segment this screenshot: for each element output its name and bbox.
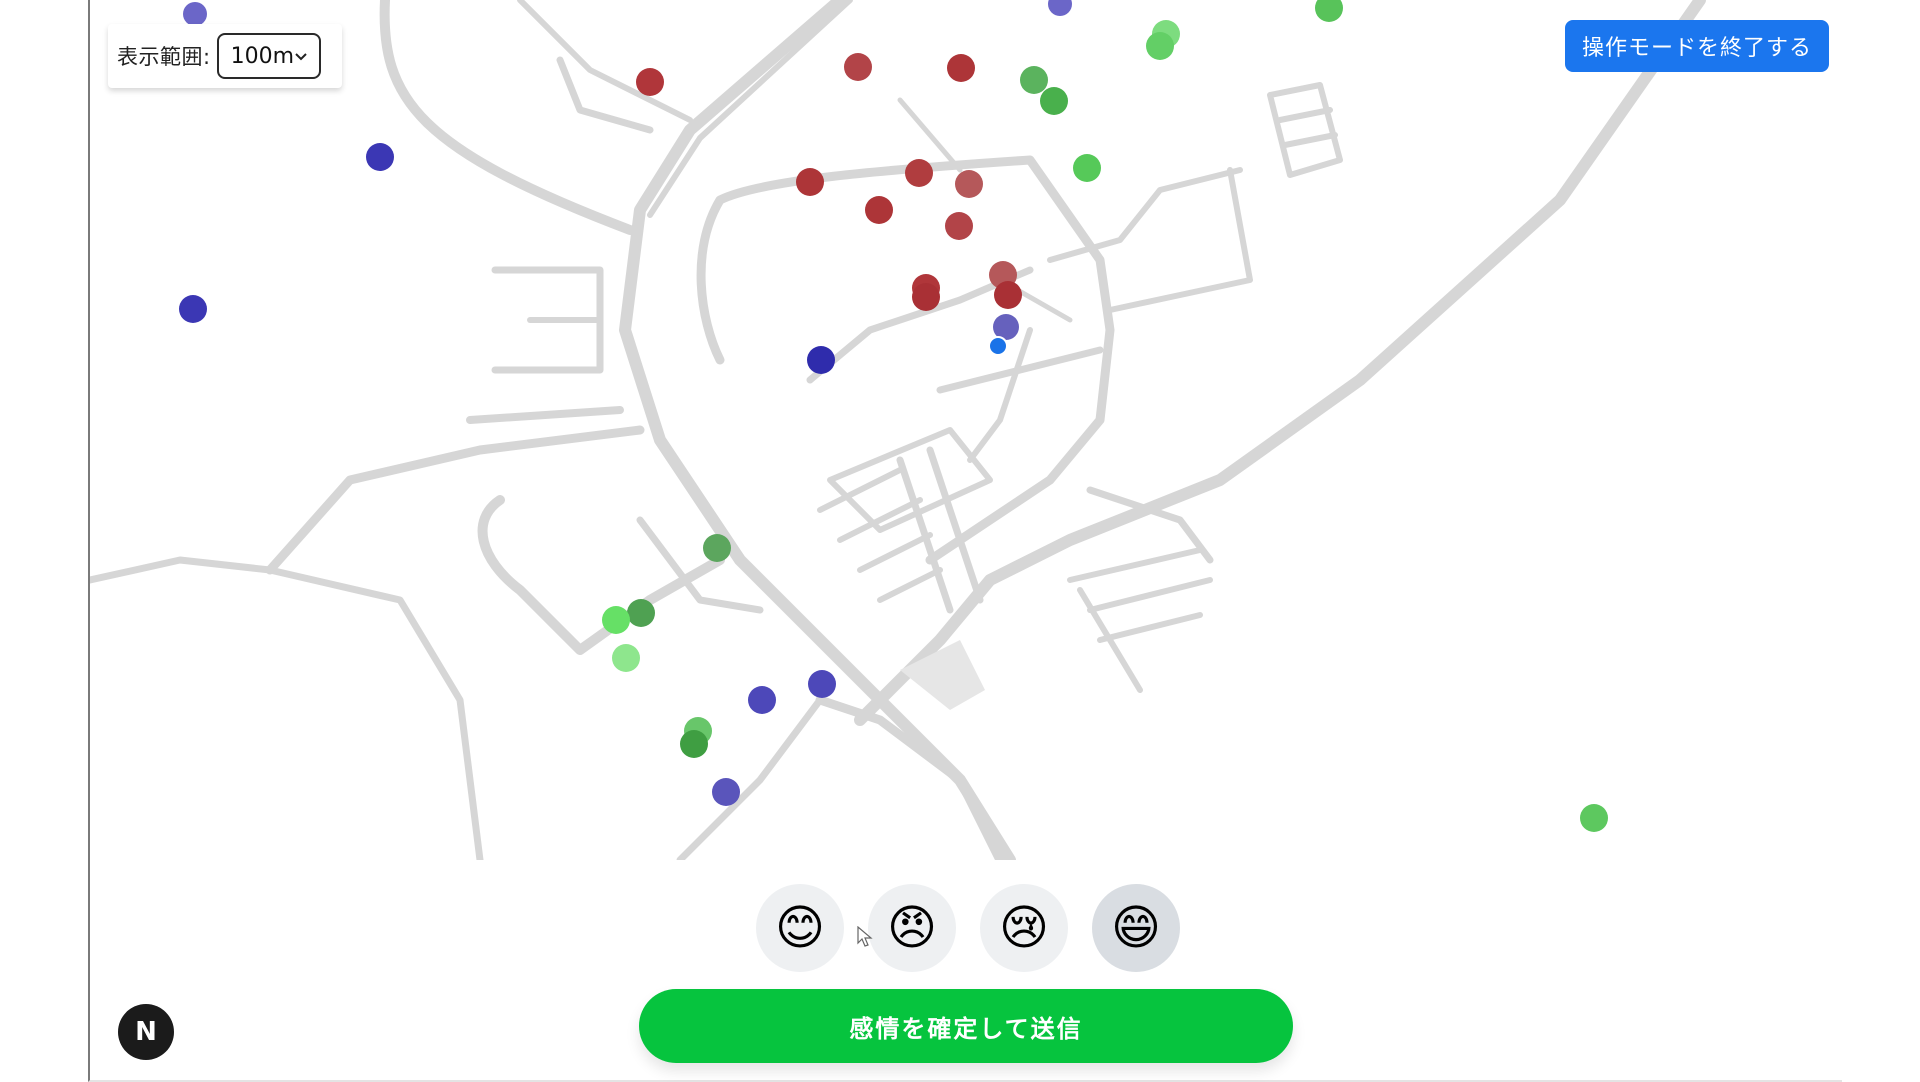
emotion-sad-button[interactable]: 😢 <box>980 884 1068 972</box>
sad-emotion-pin[interactable] <box>179 295 207 323</box>
exit-mode-button[interactable]: 操作モードを終了する <box>1565 20 1829 72</box>
happy-emotion-pin[interactable] <box>680 730 708 758</box>
range-select-value: 100m <box>230 43 294 69</box>
happy-emotion-pin[interactable] <box>1146 32 1174 60</box>
emotion-smile-button[interactable]: 😊 <box>756 884 844 972</box>
sad-emotion-pin[interactable] <box>183 2 207 26</box>
happy-emotion-pin[interactable] <box>1040 87 1068 115</box>
angry-emotion-pin[interactable] <box>844 53 872 81</box>
angry-emotion-pin[interactable] <box>955 170 983 198</box>
emotion-selector: 😊 😠 😢 😄 <box>756 884 1180 972</box>
crying-emoji-icon: 😢 <box>998 900 1050 956</box>
happy-emotion-pin[interactable] <box>627 599 655 627</box>
sad-emotion-pin[interactable] <box>1048 0 1072 16</box>
sad-emotion-pin[interactable] <box>712 778 740 806</box>
mouse-cursor-icon <box>857 926 873 947</box>
map-canvas[interactable] <box>90 0 1840 860</box>
smile-emoji-icon: 😊 <box>774 900 826 956</box>
sad-emotion-pin[interactable] <box>808 670 836 698</box>
happy-emotion-pin[interactable] <box>1073 154 1101 182</box>
angry-emotion-pin[interactable] <box>947 54 975 82</box>
submit-emotion-button[interactable]: 感情を確定して送信 <box>639 989 1293 1063</box>
emotion-grin-button[interactable]: 😄 <box>1092 884 1180 972</box>
emotion-angry-button[interactable]: 😠 <box>868 884 956 972</box>
grin-emoji-icon: 😄 <box>1110 900 1162 956</box>
sad-emotion-pin[interactable] <box>748 686 776 714</box>
range-label: 表示範囲: <box>117 45 211 69</box>
angry-emotion-pin[interactable] <box>796 168 824 196</box>
happy-emotion-pin[interactable] <box>1580 804 1608 832</box>
sad-emotion-pin[interactable] <box>366 143 394 171</box>
angry-emotion-pin[interactable] <box>636 68 664 96</box>
current-location-dot <box>988 336 1008 356</box>
angry-emotion-pin[interactable] <box>865 196 893 224</box>
angry-emoji-icon: 😠 <box>886 900 938 956</box>
chevron-down-icon <box>294 53 307 61</box>
app-badge-icon[interactable]: N <box>118 1004 174 1060</box>
happy-emotion-pin[interactable] <box>703 534 731 562</box>
happy-emotion-pin[interactable] <box>1315 0 1343 22</box>
happy-emotion-pin[interactable] <box>612 644 640 672</box>
map-building <box>900 640 985 710</box>
angry-emotion-pin[interactable] <box>912 283 940 311</box>
happy-emotion-pin[interactable] <box>1020 66 1048 94</box>
angry-emotion-pin[interactable] <box>905 159 933 187</box>
angry-emotion-pin[interactable] <box>945 212 973 240</box>
road-network <box>90 0 1706 860</box>
angry-emotion-pin[interactable] <box>994 281 1022 309</box>
range-select[interactable]: 100m <box>216 33 321 79</box>
sad-emotion-pin[interactable] <box>807 346 835 374</box>
happy-emotion-pin[interactable] <box>602 606 630 634</box>
emotion-map[interactable] <box>90 0 1842 860</box>
range-control: 表示範囲: 100m <box>108 24 342 88</box>
